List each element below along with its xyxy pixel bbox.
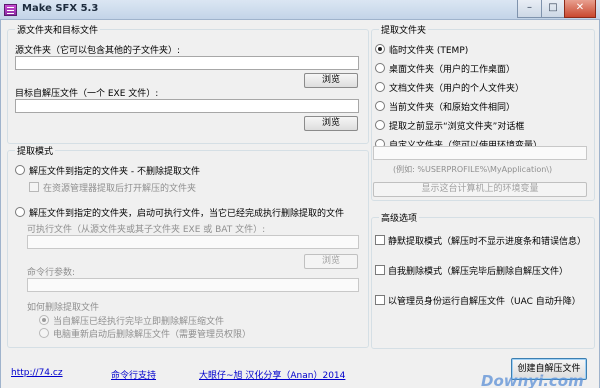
- delete-on-reboot-label: 电脑重新启动后删除解压文件（需要管理员权限）: [53, 330, 252, 340]
- delete-method-label: 如何删除提取文件: [27, 303, 100, 313]
- executable-label: 可执行文件（从源文件夹或其子文件夹 EXE 或 BAT 文件）:: [27, 225, 266, 235]
- window-title: Make SFX 5.3: [22, 3, 99, 14]
- extract-mode-legend: 提取模式: [15, 144, 56, 157]
- source-folder-label: 源文件夹（它可以包含其他的子文件夹）:: [15, 46, 181, 56]
- executable-input[interactable]: [27, 235, 359, 249]
- advanced-options-legend: 高级选项: [379, 211, 420, 224]
- title-bar[interactable]: Make SFX 5.3 – □ ✕: [0, 0, 600, 20]
- target-file-input[interactable]: [15, 99, 359, 113]
- arguments-label: 命令行参数:: [27, 268, 76, 278]
- folder-temp-radio[interactable]: [375, 44, 385, 54]
- browse-target-button[interactable]: 浏览: [304, 116, 358, 131]
- browse-source-button[interactable]: 浏览: [304, 73, 358, 88]
- folder-temp-label: 临时文件夹 (TEMP): [389, 46, 469, 56]
- run-as-admin-checkbox[interactable]: [375, 295, 385, 305]
- source-target-legend: 源文件夹和目标文件: [15, 23, 101, 36]
- mode-run-delete-label: 解压文件到指定的文件夹，启动可执行文件，当它已经完成执行删除提取的文件: [29, 209, 345, 219]
- delete-immediately-label: 当自解压已经执行完毕立即删除解压缩文件: [53, 317, 225, 327]
- browse-executable-button[interactable]: 浏览: [304, 254, 358, 269]
- extract-folder-legend: 提取文件夹: [379, 23, 429, 36]
- delete-immediately-radio[interactable]: [39, 315, 49, 325]
- window-client-area: 源文件夹和目标文件 源文件夹（它可以包含其他的子文件夹）: 浏览 目标自解压文件…: [0, 20, 600, 388]
- show-env-vars-button[interactable]: 显示这台计算机上的环境变量: [373, 182, 587, 197]
- run-as-admin-label: 以管理员身份运行自解压文件（UAC 自动升降）: [388, 297, 581, 307]
- folder-ask-radio[interactable]: [375, 120, 385, 130]
- minimize-button[interactable]: –: [517, 0, 542, 18]
- mode-no-delete-radio[interactable]: [15, 165, 25, 175]
- silent-mode-checkbox[interactable]: [375, 235, 385, 245]
- folder-documents-radio[interactable]: [375, 82, 385, 92]
- folder-desktop-radio[interactable]: [375, 63, 385, 73]
- open-folder-checkbox[interactable]: [29, 182, 39, 192]
- translator-credit-link[interactable]: 大眼仔~旭 汉化分享（Anan）2014: [199, 368, 345, 381]
- close-button[interactable]: ✕: [564, 0, 596, 18]
- self-delete-checkbox[interactable]: [375, 265, 385, 275]
- mode-no-delete-label: 解压文件到指定的文件夹 - 不删除提取文件: [29, 167, 200, 177]
- folder-ask-label: 提取之前显示“浏览文件夹”对话框: [389, 122, 525, 132]
- app-icon: [4, 4, 17, 16]
- homepage-link[interactable]: http://74.cz: [11, 368, 63, 378]
- self-delete-label: 自我删除模式（解压完毕后删除自解压文件）: [388, 267, 569, 277]
- folder-desktop-label: 桌面文件夹（用户的工作桌面）: [389, 65, 516, 75]
- folder-documents-label: 文档文件夹（用户的个人文件夹）: [389, 84, 525, 94]
- silent-mode-label: 静默提取模式（解压时不显示进度条和错误信息）: [388, 237, 587, 247]
- command-line-help-link[interactable]: 命令行支持: [111, 368, 156, 381]
- folder-current-label: 当前文件夹（和原始文件相同）: [389, 103, 516, 113]
- custom-folder-input[interactable]: [373, 146, 587, 160]
- custom-folder-example: (例如: %USERPROFILE%\MyApplication\): [393, 165, 553, 174]
- maximize-button[interactable]: □: [541, 0, 565, 18]
- delete-on-reboot-radio[interactable]: [39, 328, 49, 338]
- target-file-label: 目标自解压文件（一个 EXE 文件）:: [15, 89, 159, 99]
- mode-run-delete-radio[interactable]: [15, 207, 25, 217]
- open-folder-label: 在资源管理器提取后打开解压的文件夹: [43, 184, 197, 194]
- arguments-input[interactable]: [27, 278, 359, 292]
- folder-current-radio[interactable]: [375, 101, 385, 111]
- watermark-logo: Downyi.com: [481, 372, 584, 388]
- source-folder-input[interactable]: [15, 56, 359, 70]
